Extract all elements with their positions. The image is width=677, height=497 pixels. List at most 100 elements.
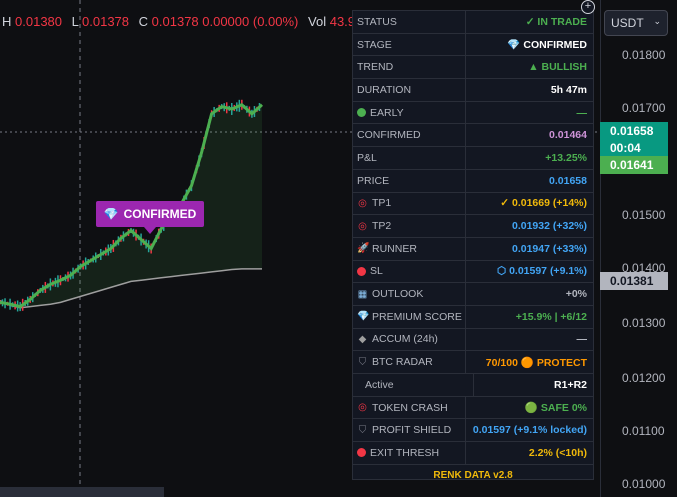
panel-row-label: P&L xyxy=(353,147,466,169)
rocket-icon: 🚀 xyxy=(357,243,370,255)
panel-row-exit-thresh: EXIT THRESH 2.2% (<10h) xyxy=(353,442,593,465)
shield-icon: ⛉ xyxy=(358,356,367,368)
panel-row-duration: DURATION 5h 47m xyxy=(353,79,593,102)
axis-tick: 0.01700 xyxy=(622,101,666,115)
red-dot-icon xyxy=(357,266,366,276)
panel-row-value: 5h 47m xyxy=(550,83,587,96)
panel-footer: RENK DATA v2.8 xyxy=(433,470,513,482)
panel-row-label: TREND xyxy=(353,56,466,79)
panel-row-value: — xyxy=(576,333,588,346)
panel-row-value: — xyxy=(576,106,588,119)
close-label: C xyxy=(138,14,149,29)
panel-row-value: ⬡ 0.01597 (+9.1%) xyxy=(496,265,587,278)
panel-row-label: 🚀 RUNNER xyxy=(353,237,466,260)
panel-row-value: ▲ BULLISH xyxy=(528,61,587,74)
panel-row-label: ⛉ BTC RADAR xyxy=(353,351,466,373)
panel-row-value: +13.25% xyxy=(545,151,587,164)
panel-row-value: +15.9% | +6/12 xyxy=(515,310,587,323)
volume-label: Vol xyxy=(308,14,327,29)
axis-tick: 0.01300 xyxy=(622,316,666,330)
confirmed-signal-label: 💎 CONFIRMED xyxy=(96,201,204,234)
panel-row-runner: 🚀 RUNNER 0.01947 (+33%) xyxy=(353,237,593,261)
panel-row-value: ✓ 0.01669 (+14%) xyxy=(500,197,587,210)
panel-row-value: 0.01947 (+33%) xyxy=(511,242,587,255)
panel-row-label: EXIT THRESH xyxy=(353,442,466,464)
panel-row-price: PRICE 0.01658 xyxy=(353,169,593,193)
target-icon: ◎ xyxy=(358,197,367,209)
panel-row-label: EARLY xyxy=(353,101,466,124)
panel-row-outlook: ▦ OUTLOOK +0% xyxy=(353,283,593,306)
panel-row-label: ⛉ PROFIT SHIELD xyxy=(353,419,466,442)
low-value: 0.01378 xyxy=(82,14,130,29)
panel-row-label: DURATION xyxy=(353,79,466,101)
target-icon: ◎ xyxy=(358,220,367,232)
renk-data-panel: STATUS ✓ IN TRADE STAGE 💎 CONFIRMED TREND ▲ B… xyxy=(352,10,594,481)
currency-select[interactable]: USDT ⌄ xyxy=(604,10,668,36)
high-label: H xyxy=(2,14,12,29)
panel-row-value: 2.2% (<10h) xyxy=(528,446,587,459)
last-price-badge: 0.01658 xyxy=(600,122,668,140)
axis-tick: 0.01000 xyxy=(622,477,666,491)
panel-row-value: 0.01658 xyxy=(549,174,587,187)
panel-row-btc-radar: ⛉ BTC RADAR 70/100 🟠 PROTECT xyxy=(353,351,593,374)
diamond-icon: 💎 xyxy=(103,207,119,221)
panel-row-label: STATUS xyxy=(353,11,466,33)
chevron-down-icon: ⌄ xyxy=(653,16,661,26)
axis-tick: 0.01200 xyxy=(622,371,666,385)
diamond-icon: 💎 xyxy=(357,311,370,323)
panel-row-value: 0.01464 xyxy=(549,129,587,142)
panel-row-label: STAGE xyxy=(353,33,466,56)
panel-row-trend: TREND ▲ BULLISH xyxy=(353,56,593,80)
panel-row-label: Active xyxy=(353,374,474,396)
shield-icon: ⛉ xyxy=(358,424,367,436)
panel-row-value: 💎 CONFIRMED xyxy=(507,39,587,52)
currency-value: USDT xyxy=(611,16,644,30)
close-value: 0.01378 0.00000 (0.00%) xyxy=(151,14,299,29)
panel-row-early: EARLY — xyxy=(353,101,593,125)
panel-row-stage: STAGE 💎 CONFIRMED xyxy=(353,33,593,57)
low-label: L xyxy=(71,14,79,29)
panel-row-label: ◆ ACCUM (24h) xyxy=(353,328,466,351)
panel-row-p-l: P&L +13.25% xyxy=(353,147,593,170)
red-dot-icon xyxy=(357,448,366,458)
axis-tick: 0.01500 xyxy=(622,208,666,222)
panel-row-label: ▦ OUTLOOK xyxy=(353,283,466,305)
panel-row-value: ✓ IN TRADE xyxy=(525,15,587,28)
time-scrollbar[interactable] xyxy=(0,487,164,497)
panel-row-value: 0.01597 (+9.1% locked) xyxy=(472,424,587,437)
panel-row-label: PRICE xyxy=(353,169,466,192)
add-button[interactable]: + xyxy=(581,0,595,14)
price-axis[interactable] xyxy=(600,0,677,497)
panel-row-premium-score: 💎 PREMIUM SCORE +15.9% | +6/12 xyxy=(353,305,593,329)
panel-row-token-crash: ◎ TOKEN CRASH 🟢 SAFE 0% xyxy=(353,396,593,420)
ohlc-legend: H 0.01380 L 0.01378 C 0.01378 0.00000 (0… xyxy=(2,14,377,29)
panel-row-status: STATUS ✓ IN TRADE xyxy=(353,11,593,34)
panel-row-value: 70/100 🟠 PROTECT xyxy=(485,356,587,369)
high-value: 0.01380 xyxy=(15,14,63,29)
panel-row-label: SL xyxy=(353,260,466,283)
panel-row-tp1: ◎ TP1 ✓ 0.01669 (+14%) xyxy=(353,192,593,216)
chart-icon: ▦ xyxy=(357,288,368,300)
panel-row-value: 🟢 SAFE 0% xyxy=(524,402,587,415)
panel-row-tp2: ◎ TP2 0.01932 (+32%) xyxy=(353,215,593,238)
panel-row-sl: SL ⬡ 0.01597 (+9.1%) xyxy=(353,260,593,284)
confirmed-signal-text: CONFIRMED xyxy=(123,207,197,221)
panel-row-value: R1+R2 xyxy=(554,378,587,391)
green-price-badge: 0.01641 xyxy=(600,156,668,174)
panel-row-active: Active R1+R2 xyxy=(353,374,593,397)
axis-tick: 0.01100 xyxy=(622,424,665,438)
panel-row-confirmed: CONFIRMED 0.01464 xyxy=(353,124,593,148)
panel-row-label: ◎ TP1 xyxy=(353,192,466,215)
target-icon: ◎ xyxy=(358,402,367,414)
countdown-badge: 00:04 xyxy=(600,139,668,157)
panel-row-label: 💎 PREMIUM SCORE xyxy=(353,305,466,328)
panel-row-label: ◎ TP2 xyxy=(353,215,466,237)
panel-row-label: ◎ TOKEN CRASH xyxy=(353,396,466,419)
panel-row-label: CONFIRMED xyxy=(353,124,466,147)
panel-row-value: +0% xyxy=(565,288,587,301)
gray-price-badge: 0.01381 xyxy=(600,272,668,290)
panel-row-profit-shield: ⛉ PROFIT SHIELD 0.01597 (+9.1% locked) xyxy=(353,419,593,443)
axis-tick: 0.01800 xyxy=(622,48,666,62)
panel-row-accum-24h: ◆ ACCUM (24h) — xyxy=(353,328,593,352)
green-dot-icon xyxy=(357,108,366,118)
